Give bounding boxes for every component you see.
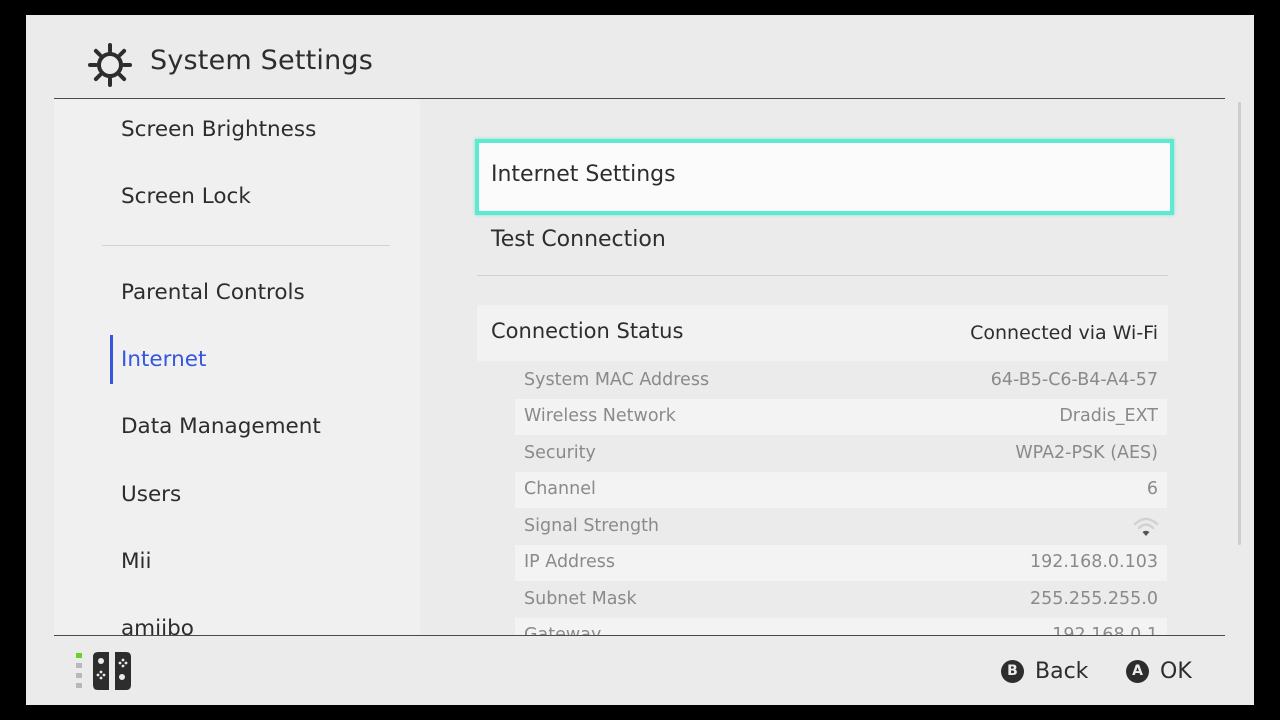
info-value: 192.168.0.1 [1052,625,1158,635]
connection-status-row: Connection Status Connected via Wi-Fi [477,305,1168,361]
info-row-gateway: Gateway 192.168.0.1 [515,618,1167,635]
a-button-icon: A [1126,659,1149,683]
info-row-channel: Channel 6 [515,472,1167,508]
connection-status-label: Connection Status [491,319,684,343]
sidebar-item-internet[interactable]: Internet [121,347,206,372]
info-label: System MAC Address [524,370,710,390]
gear-icon [88,43,132,87]
wifi-signal-icon [1133,517,1159,536]
info-value: Dradis_EXT [1059,406,1158,426]
joycon-controller-icon [93,652,131,690]
sidebar: Screen Brightness Screen Lock Parental C… [54,99,420,635]
main-content: Internet Settings Test Connection Connec… [446,99,1236,635]
sidebar-divider [102,245,390,246]
info-row-signal-strength: Signal Strength [515,509,1167,545]
info-row-security: Security WPA2-PSK (AES) [515,436,1167,472]
sidebar-item-amiibo[interactable]: amiibo [121,616,194,635]
connection-status-value: Connected via Wi-Fi [970,322,1158,344]
info-label: Signal Strength [524,516,660,536]
info-row-wireless-network: Wireless Network Dradis_EXT [515,399,1167,435]
test-connection-label: Test Connection [491,227,666,252]
header: System Settings [26,15,1254,99]
back-label: Back [1035,658,1089,684]
active-indicator [110,335,113,384]
info-value: WPA2-PSK (AES) [1015,443,1158,463]
sidebar-item-screen-lock[interactable]: Screen Lock [121,184,251,209]
footer: B Back A OK [26,636,1254,705]
sidebar-item-screen-brightness[interactable]: Screen Brightness [121,117,316,142]
scrollbar[interactable] [1238,102,1241,545]
info-row-subnet-mask: Subnet Mask 255.255.255.0 [515,582,1167,618]
ok-label: OK [1160,658,1192,684]
sidebar-item-mii[interactable]: Mii [121,549,152,574]
info-label: Wireless Network [524,406,676,426]
info-value: 6 [1146,479,1158,499]
internet-settings-button[interactable]: Internet Settings [475,139,1174,215]
sidebar-item-users[interactable]: Users [121,482,181,507]
page-title: System Settings [150,45,374,76]
b-button-icon: B [1001,659,1024,683]
info-value: 192.168.0.103 [1029,552,1158,572]
info-value: 64-B5-C6-B4-A4-57 [990,370,1158,390]
sidebar-item-data-management[interactable]: Data Management [121,414,321,439]
test-connection-button[interactable]: Test Connection [477,213,1168,276]
player-indicator-icon [76,653,82,691]
info-label: Subnet Mask [524,589,637,609]
info-label: IP Address [524,552,615,572]
sidebar-item-parental-controls[interactable]: Parental Controls [121,280,305,305]
back-button[interactable]: B Back [1001,656,1088,686]
system-settings-window: System Settings Screen Brightness Screen… [26,15,1254,705]
info-label: Gateway [524,625,602,635]
info-row-mac: System MAC Address 64-B5-C6-B4-A4-57 [515,363,1167,399]
internet-settings-label: Internet Settings [491,162,676,187]
info-value: 255.255.255.0 [1029,589,1158,609]
info-row-ip-address: IP Address 192.168.0.103 [515,545,1167,581]
info-label: Channel [524,479,596,499]
ok-button[interactable]: A OK [1126,656,1192,686]
info-label: Security [524,443,596,463]
